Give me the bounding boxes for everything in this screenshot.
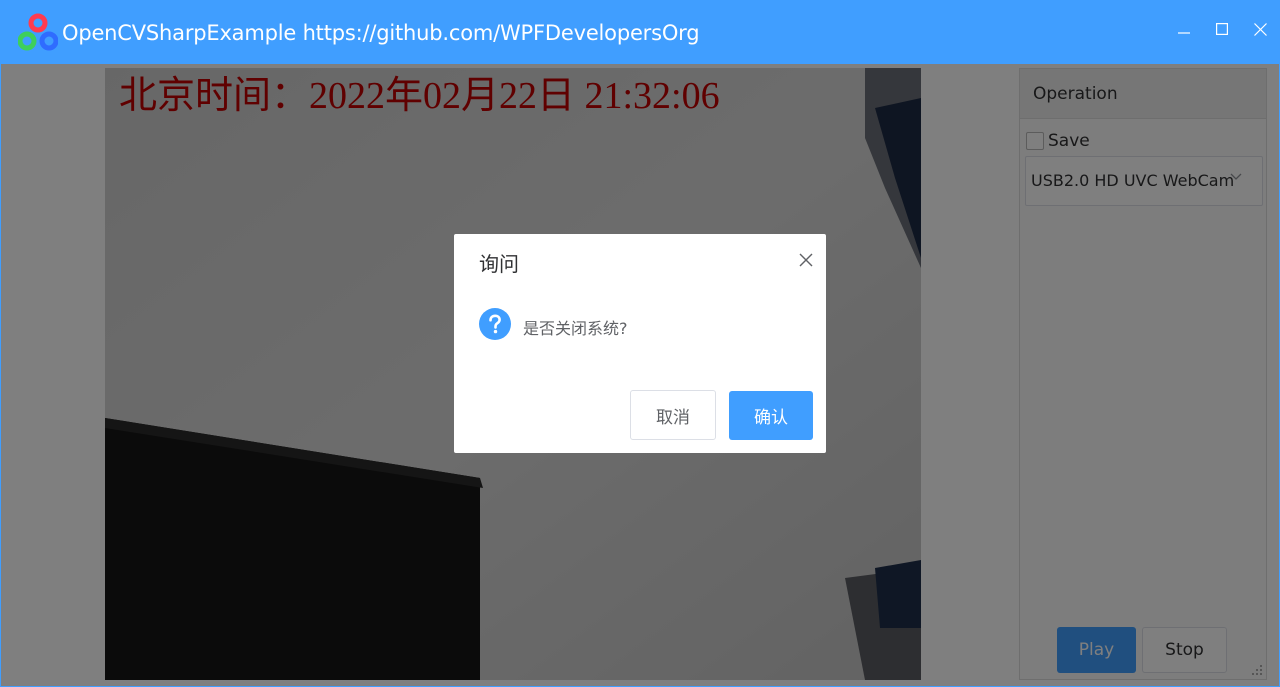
close-button[interactable] xyxy=(1244,14,1276,44)
question-icon xyxy=(479,308,511,340)
opencv-logo-icon xyxy=(18,13,58,51)
confirm-button[interactable]: 确认 xyxy=(729,391,813,440)
minimize-button[interactable] xyxy=(1168,14,1200,44)
close-icon[interactable] xyxy=(798,252,814,268)
cancel-button[interactable]: 取消 xyxy=(630,390,716,440)
maximize-icon xyxy=(1216,23,1228,35)
close-icon xyxy=(1253,22,1267,36)
maximize-button[interactable] xyxy=(1206,14,1238,44)
confirm-dialog: 询问 是否关闭系统? 取消 确认 xyxy=(454,234,826,453)
minimize-icon xyxy=(1178,32,1190,34)
dialog-message: 是否关闭系统? xyxy=(523,319,628,338)
dialog-title: 询问 xyxy=(479,252,519,276)
title-bar[interactable]: OpenCVSharpExample https://github.com/WP… xyxy=(0,0,1280,64)
window-title: OpenCVSharpExample https://github.com/WP… xyxy=(62,21,700,45)
